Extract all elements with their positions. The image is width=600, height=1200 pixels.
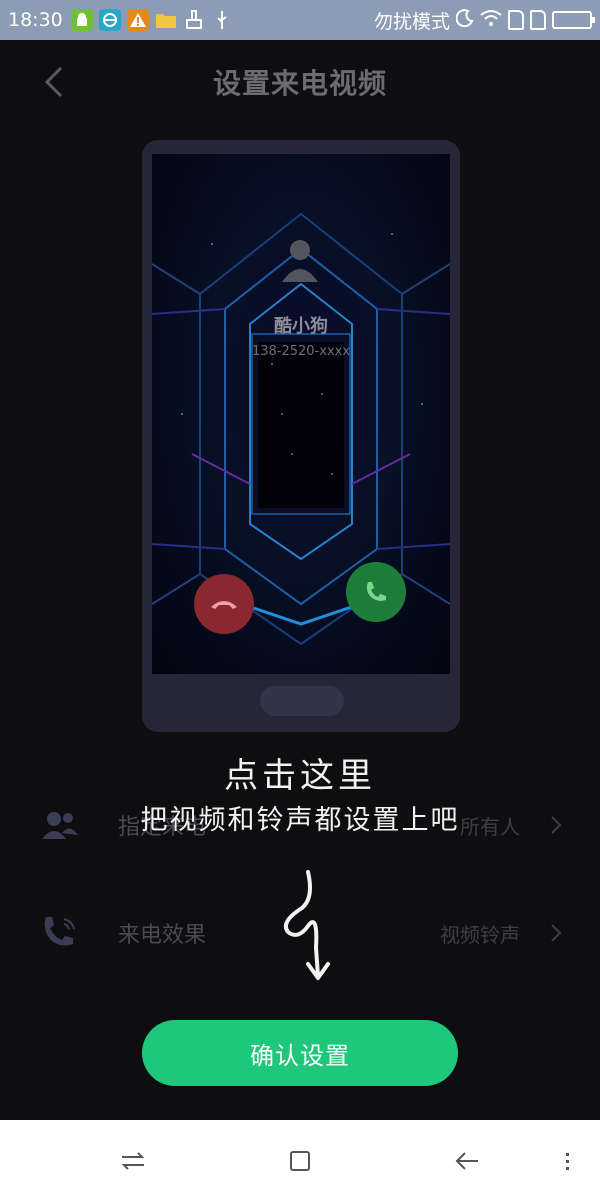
nav-bar <box>0 1120 600 1200</box>
status-bar: 18:30 勿扰模式 <box>0 0 600 40</box>
phone-ringing-icon <box>40 913 80 953</box>
home-button <box>260 686 344 716</box>
android-app-icon <box>70 9 93 31</box>
wifi-icon <box>480 9 502 32</box>
folder-icon <box>155 9 177 31</box>
phone-hangup-icon <box>194 574 254 634</box>
hint-title: 点击这里 <box>224 756 376 796</box>
moon-icon <box>455 8 474 32</box>
row-label: 来电效果 <box>118 923 207 948</box>
status-right: 勿扰模式 <box>373 7 595 34</box>
row-value: 视频铃声 <box>440 922 520 947</box>
usb-icon <box>211 9 233 31</box>
chevron-left-icon[interactable] <box>36 64 72 100</box>
caller-avatar <box>280 236 320 284</box>
status-left: 18:30 <box>8 9 233 31</box>
browser-app-icon <box>98 9 121 31</box>
square-icon[interactable] <box>285 1146 315 1176</box>
hint-subtitle: 把视频和铃声都设置上吧 <box>140 805 460 836</box>
status-time: 18:30 <box>8 9 63 31</box>
caller-number: 138-2520-xxxx <box>251 344 351 359</box>
header: 设置来电视频 <box>0 40 600 124</box>
brush-icon <box>183 9 205 31</box>
confirm-button[interactable]: 确认设置 <box>142 1020 458 1086</box>
phone-accept-icon <box>346 562 406 622</box>
hint-arrow-icon <box>274 868 344 988</box>
chevron-right-icon <box>548 923 564 943</box>
video-preview-phone[interactable]: 酷小狗 138-2520-xxxx <box>142 140 460 732</box>
battery-icon <box>552 11 595 29</box>
menu-icon[interactable] <box>552 1146 582 1176</box>
video-preview-screen: 酷小狗 138-2520-xxxx <box>152 154 450 674</box>
switch-icon[interactable] <box>118 1146 148 1176</box>
warning-icon <box>126 9 149 31</box>
back-arrow-icon[interactable] <box>452 1146 482 1176</box>
page-title: 设置来电视频 <box>212 67 387 100</box>
mode-text: 勿扰模式 <box>373 10 450 33</box>
caller-name: 酷小狗 <box>274 316 328 337</box>
sim-icon <box>530 10 546 30</box>
sim-icon <box>508 10 524 30</box>
